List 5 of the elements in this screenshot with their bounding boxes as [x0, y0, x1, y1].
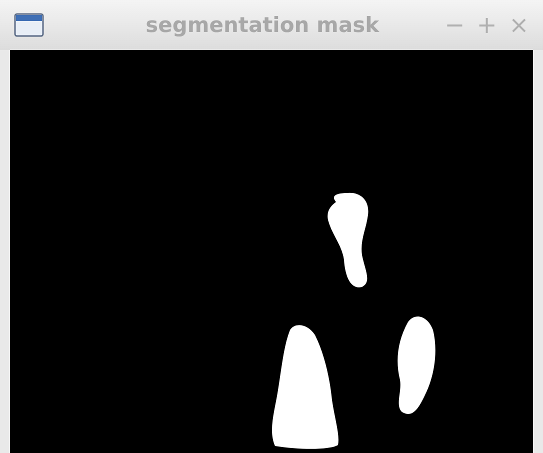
window-control-button[interactable]: +	[472, 13, 501, 37]
window-control-button[interactable]: −	[440, 13, 469, 37]
window-control-button[interactable]: ×	[504, 13, 533, 37]
window-icon	[14, 13, 44, 37]
window-title: segmentation mask	[144, 13, 380, 37]
